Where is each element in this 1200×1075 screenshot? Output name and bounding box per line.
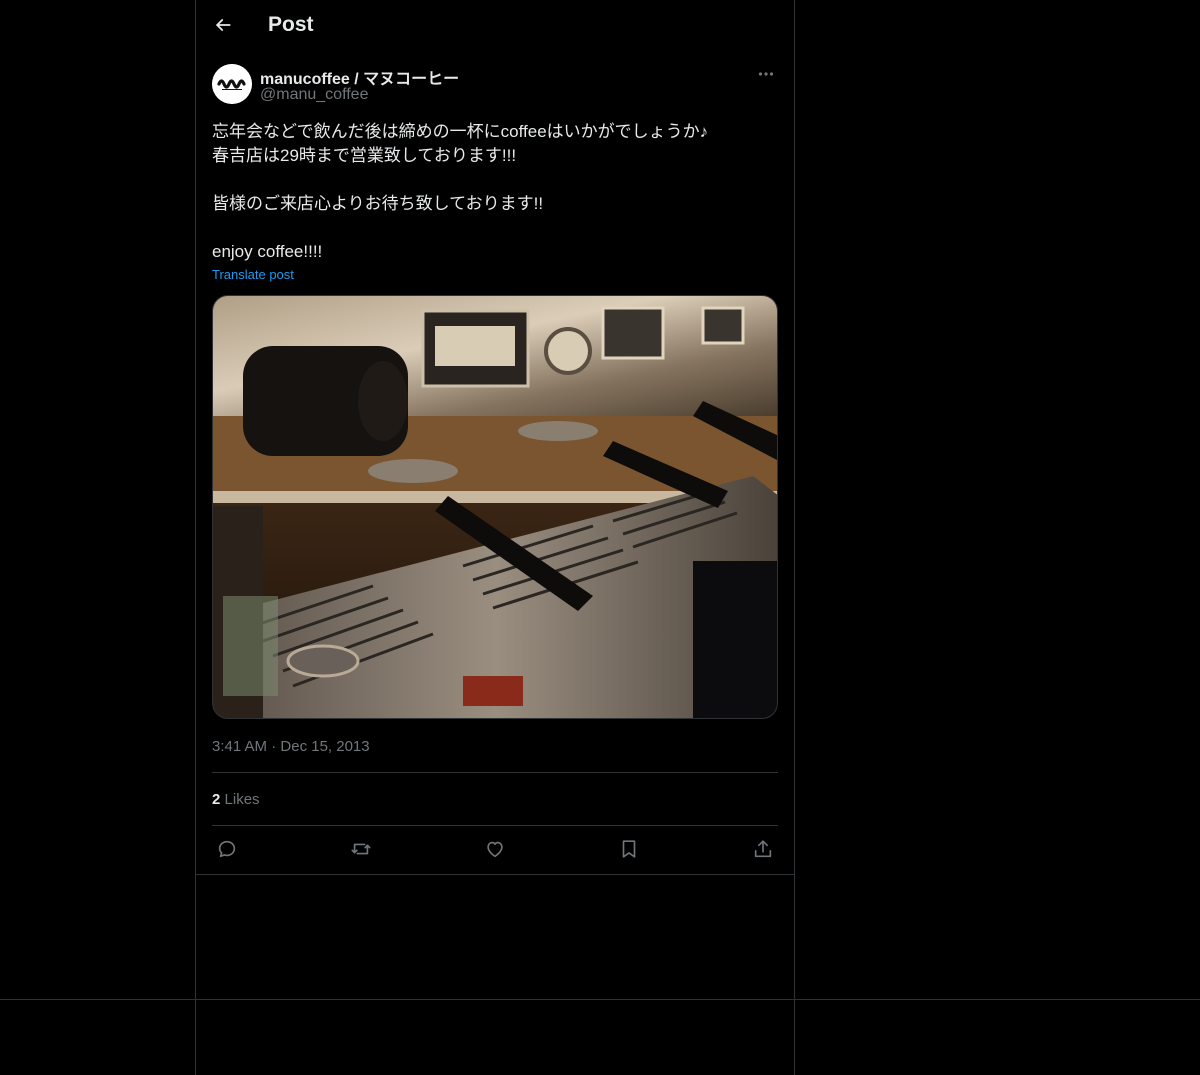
likes-count: 2 — [212, 791, 221, 808]
share-button[interactable] — [748, 836, 778, 866]
stats-divider-top — [212, 772, 778, 773]
date-separator: · — [271, 738, 277, 755]
reply-icon — [216, 838, 238, 865]
reply-button[interactable] — [212, 836, 242, 866]
primary-column: Post manucoffee / マヌコーヒー @manu_coffee 忘年… — [195, 0, 795, 1075]
post-date: Dec 15, 2013 — [280, 738, 370, 755]
post-photo[interactable] — [212, 295, 778, 719]
repost-icon — [350, 838, 372, 865]
post-text-line: enjoy coffee!!!! — [212, 242, 323, 261]
author-handle[interactable]: @manu_coffee — [260, 86, 368, 104]
stats-divider-bottom — [212, 825, 778, 826]
post-text-line: 春吉店は29時まで営業致しております!!! — [212, 146, 517, 165]
post-text: 忘年会などで飲んだ後は締めの一杯にcoffeeはいかがでしょうか♪ 春吉店は29… — [212, 120, 778, 264]
espresso-machine-photo — [213, 296, 777, 718]
repost-button[interactable] — [346, 836, 376, 866]
bookmark-button[interactable] — [614, 836, 644, 866]
share-icon — [752, 838, 774, 865]
post-text-line — [212, 216, 778, 240]
post-time: 3:41 AM — [212, 738, 268, 755]
likes-label: Likes — [224, 791, 260, 808]
like-icon — [484, 838, 506, 865]
post-bottom-divider — [196, 874, 794, 875]
post-author: manucoffee / マヌコーヒー @manu_coffee — [212, 64, 778, 108]
bookmark-icon — [618, 838, 640, 865]
likes-count-link[interactable]: 2 Likes — [212, 791, 260, 808]
page-title: Post — [268, 13, 314, 36]
translate-post-link[interactable]: Translate post — [212, 267, 294, 282]
post-text-line: 皆様のご来店心よりお待ち致しております!! — [212, 194, 544, 213]
page-header: Post — [196, 0, 794, 53]
back-arrow-icon — [213, 15, 233, 40]
post-timestamp[interactable]: 3:41 AM · Dec 15, 2013 — [212, 738, 370, 755]
back-button[interactable] — [206, 10, 240, 44]
more-options-button[interactable] — [754, 64, 778, 88]
like-button[interactable] — [480, 836, 510, 866]
post-text-line — [212, 168, 778, 192]
avatar[interactable] — [212, 64, 252, 104]
more-icon — [757, 65, 775, 88]
post-text-line: 忘年会などで飲んだ後は締めの一杯にcoffeeはいかがでしょうか♪ — [212, 122, 709, 141]
post-actions-bar — [212, 836, 778, 866]
